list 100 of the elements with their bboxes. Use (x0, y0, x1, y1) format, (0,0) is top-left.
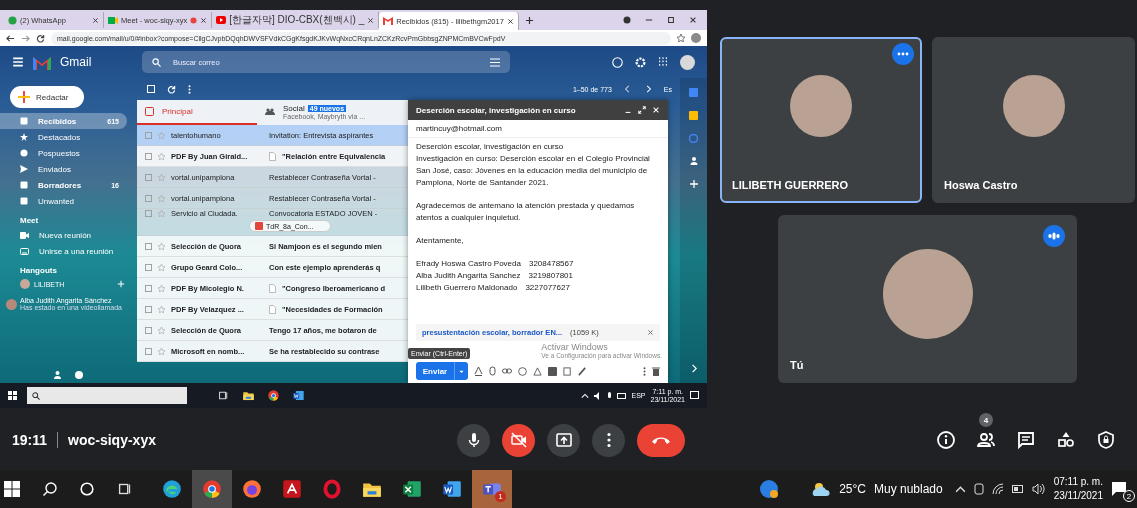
pdf-app-icon[interactable] (281, 478, 303, 500)
avatar-icon[interactable] (680, 54, 695, 70)
star-icon[interactable] (158, 263, 165, 271)
temperature[interactable]: 25°C (839, 482, 866, 496)
star-icon[interactable] (158, 326, 165, 334)
folder-item[interactable]: Enviados (0, 161, 127, 177)
add-icon[interactable] (117, 280, 125, 288)
safety-button[interactable] (1095, 429, 1117, 451)
text-format-icon[interactable] (474, 366, 483, 376)
camera-icon[interactable] (973, 482, 984, 496)
send-button[interactable]: Enviar (416, 362, 454, 380)
apps-grid-icon[interactable] (658, 57, 668, 67)
more-options-button[interactable] (892, 43, 914, 65)
participant-tile[interactable]: LILIBETH GUERRERO (720, 37, 922, 203)
checkbox-icon[interactable] (145, 347, 152, 355)
star-icon[interactable] (158, 152, 165, 160)
cloudy-weather-icon[interactable] (811, 481, 832, 497)
compose-button[interactable]: Redactar (10, 86, 84, 108)
more-options-button[interactable] (592, 423, 625, 457)
hang-up-button[interactable] (637, 423, 685, 457)
meet-link[interactable]: Nueva reunión (0, 227, 127, 243)
person-icon[interactable] (689, 157, 698, 165)
folder-item[interactable]: Destacados (0, 129, 127, 145)
close-icon[interactable] (506, 17, 514, 25)
notifications-icon[interactable] (690, 391, 699, 400)
folder-icon[interactable] (242, 389, 255, 402)
star-icon[interactable] (158, 347, 165, 355)
caret-icon[interactable] (581, 391, 590, 400)
avatar-icon[interactable] (691, 33, 701, 43)
checkbox-icon[interactable] (145, 194, 152, 202)
drive-icon[interactable] (533, 366, 542, 376)
menu-icon[interactable] (12, 56, 24, 68)
chat-button[interactable] (1015, 429, 1037, 451)
person-icon[interactable] (54, 371, 61, 379)
weather-condition[interactable]: Muy nublado (873, 482, 943, 496)
checkbox-icon[interactable] (145, 210, 152, 217)
more-icon[interactable] (643, 366, 646, 376)
spreadsheet-icon[interactable] (401, 478, 423, 500)
more-icon[interactable] (188, 84, 191, 94)
wifi-icon[interactable] (991, 483, 1004, 495)
browser-globe-icon[interactable] (161, 478, 183, 500)
checkbox-icon[interactable] (145, 326, 152, 334)
add-icon[interactable] (688, 179, 699, 189)
close-icon[interactable] (367, 16, 375, 24)
image-icon[interactable] (548, 366, 557, 376)
star-icon[interactable] (158, 131, 165, 139)
star-icon[interactable] (158, 210, 165, 217)
folder-item[interactable]: Pospuestos (0, 145, 127, 161)
checkbox-icon[interactable] (145, 242, 152, 250)
camera-off-button[interactable] (502, 423, 535, 457)
firefox-icon[interactable] (241, 478, 263, 500)
opera-icon[interactable] (321, 478, 343, 500)
star-icon[interactable] (158, 242, 165, 250)
close-icon[interactable] (200, 16, 208, 24)
meet-link[interactable]: Unirse a una reunión (0, 243, 127, 259)
participant-tile[interactable]: Tú (778, 215, 1077, 383)
speaker-icon[interactable] (1031, 483, 1046, 495)
close-icon[interactable] (92, 16, 99, 24)
pen-icon[interactable] (578, 366, 587, 376)
word-icon[interactable] (441, 478, 463, 500)
checkbox-icon[interactable] (145, 131, 152, 139)
back-icon[interactable] (6, 33, 15, 43)
search-icon[interactable] (42, 481, 58, 497)
checkbox-icon[interactable] (145, 152, 152, 160)
close-icon[interactable] (689, 16, 697, 24)
checkbox-icon[interactable] (145, 263, 152, 271)
new-tab-icon[interactable] (524, 15, 534, 25)
trash-icon[interactable] (652, 366, 660, 376)
remove-icon[interactable] (647, 329, 654, 336)
participant-tile[interactable]: Hoswa Castro (932, 37, 1135, 203)
forward-icon[interactable] (21, 33, 30, 43)
chrome-icon[interactable] (201, 478, 223, 500)
notifications-button[interactable]: 2 (1111, 478, 1133, 500)
checkbox-icon[interactable] (145, 305, 152, 313)
info-button[interactable] (935, 429, 957, 451)
star-icon[interactable] (677, 34, 685, 42)
folder-item[interactable]: Unwanted (0, 193, 127, 209)
windows-start-icon[interactable] (8, 391, 17, 400)
task-view-icon[interactable] (217, 389, 230, 402)
word-icon[interactable] (292, 389, 305, 402)
filter-icon[interactable] (490, 57, 500, 67)
previous-icon[interactable] (623, 85, 632, 93)
maximize-icon[interactable] (667, 16, 675, 24)
taskbar-clock[interactable]: 07:11 p. m. 23/11/2021 (1053, 475, 1103, 503)
star-icon[interactable] (158, 194, 165, 202)
chrome-icon[interactable] (267, 389, 280, 402)
taskbar-search-field[interactable] (27, 387, 187, 404)
reload-icon[interactable] (36, 33, 45, 43)
recipient-field[interactable]: martincuy@hotmail.com (408, 120, 668, 138)
star-icon[interactable] (158, 173, 165, 181)
cortana-circle-icon[interactable] (80, 482, 94, 496)
battery-icon[interactable] (1011, 485, 1024, 493)
checkbox-icon[interactable] (145, 173, 152, 181)
microphone-button[interactable] (457, 423, 490, 457)
caret-icon[interactable] (954, 483, 966, 495)
expand-icon[interactable] (638, 106, 646, 114)
checkbox-icon[interactable] (145, 284, 152, 292)
windows-start-icon[interactable] (4, 481, 20, 497)
star-icon[interactable] (158, 305, 165, 313)
settings-icon[interactable] (635, 56, 646, 68)
